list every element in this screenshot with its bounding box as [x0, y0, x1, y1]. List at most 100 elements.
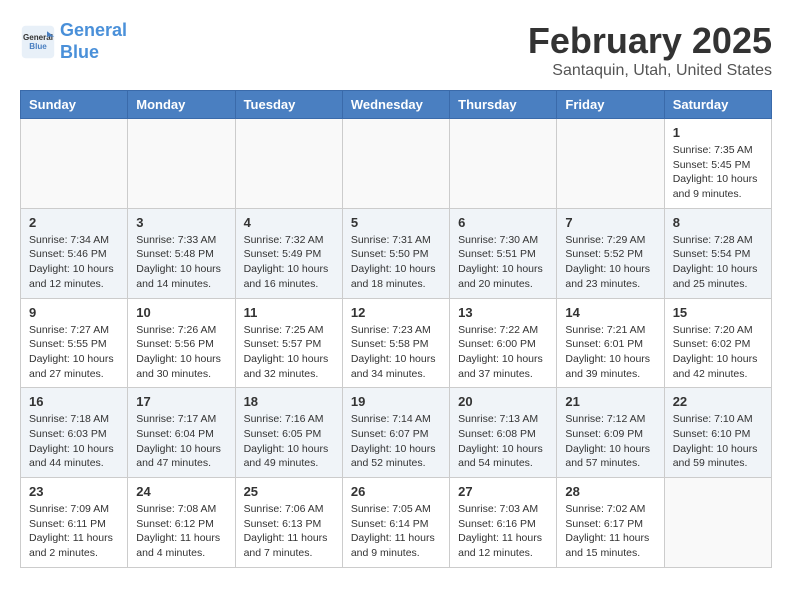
- table-row: 23 Sunrise: 7:09 AM Sunset: 6:11 PM Dayli…: [21, 478, 128, 568]
- table-row: 4 Sunrise: 7:32 AM Sunset: 5:49 PM Daylig…: [235, 208, 342, 298]
- day-number: 14: [565, 305, 655, 320]
- day-info: Sunrise: 7:20 AM Sunset: 6:02 PM Dayligh…: [673, 323, 763, 382]
- day-number: 8: [673, 215, 763, 230]
- day-info: Sunrise: 7:14 AM Sunset: 6:07 PM Dayligh…: [351, 412, 441, 471]
- table-row: 17 Sunrise: 7:17 AM Sunset: 6:04 PM Dayli…: [128, 388, 235, 478]
- day-number: 27: [458, 484, 548, 499]
- table-row: 7 Sunrise: 7:29 AM Sunset: 5:52 PM Daylig…: [557, 208, 664, 298]
- table-row: 12 Sunrise: 7:23 AM Sunset: 5:58 PM Dayli…: [342, 298, 449, 388]
- table-row: 11 Sunrise: 7:25 AM Sunset: 5:57 PM Dayli…: [235, 298, 342, 388]
- day-number: 16: [29, 394, 119, 409]
- day-number: 10: [136, 305, 226, 320]
- table-row: 22 Sunrise: 7:10 AM Sunset: 6:10 PM Dayli…: [664, 388, 771, 478]
- day-info: Sunrise: 7:25 AM Sunset: 5:57 PM Dayligh…: [244, 323, 334, 382]
- day-number: 11: [244, 305, 334, 320]
- table-row: 5 Sunrise: 7:31 AM Sunset: 5:50 PM Daylig…: [342, 208, 449, 298]
- calendar-week-row: 9 Sunrise: 7:27 AM Sunset: 5:55 PM Daylig…: [21, 298, 772, 388]
- day-number: 7: [565, 215, 655, 230]
- calendar-week-row: 23 Sunrise: 7:09 AM Sunset: 6:11 PM Dayli…: [21, 478, 772, 568]
- day-info: Sunrise: 7:23 AM Sunset: 5:58 PM Dayligh…: [351, 323, 441, 382]
- table-row: 1 Sunrise: 7:35 AM Sunset: 5:45 PM Daylig…: [664, 119, 771, 209]
- day-info: Sunrise: 7:17 AM Sunset: 6:04 PM Dayligh…: [136, 412, 226, 471]
- table-row: 14 Sunrise: 7:21 AM Sunset: 6:01 PM Dayli…: [557, 298, 664, 388]
- table-row: 26 Sunrise: 7:05 AM Sunset: 6:14 PM Dayli…: [342, 478, 449, 568]
- day-info: Sunrise: 7:30 AM Sunset: 5:51 PM Dayligh…: [458, 233, 548, 292]
- table-row: 2 Sunrise: 7:34 AM Sunset: 5:46 PM Daylig…: [21, 208, 128, 298]
- day-number: 9: [29, 305, 119, 320]
- day-info: Sunrise: 7:05 AM Sunset: 6:14 PM Dayligh…: [351, 502, 441, 561]
- table-row: 18 Sunrise: 7:16 AM Sunset: 6:05 PM Dayli…: [235, 388, 342, 478]
- day-number: 22: [673, 394, 763, 409]
- title-area: February 2025 Santaquin, Utah, United St…: [528, 20, 772, 80]
- weekday-header-tuesday: Tuesday: [235, 91, 342, 119]
- day-info: Sunrise: 7:03 AM Sunset: 6:16 PM Dayligh…: [458, 502, 548, 561]
- logo-icon: General Blue: [20, 24, 56, 60]
- day-info: Sunrise: 7:10 AM Sunset: 6:10 PM Dayligh…: [673, 412, 763, 471]
- table-row: 28 Sunrise: 7:02 AM Sunset: 6:17 PM Dayli…: [557, 478, 664, 568]
- day-info: Sunrise: 7:06 AM Sunset: 6:13 PM Dayligh…: [244, 502, 334, 561]
- weekday-header-saturday: Saturday: [664, 91, 771, 119]
- day-number: 23: [29, 484, 119, 499]
- day-info: Sunrise: 7:32 AM Sunset: 5:49 PM Dayligh…: [244, 233, 334, 292]
- table-row: 9 Sunrise: 7:27 AM Sunset: 5:55 PM Daylig…: [21, 298, 128, 388]
- weekday-header-friday: Friday: [557, 91, 664, 119]
- day-info: Sunrise: 7:35 AM Sunset: 5:45 PM Dayligh…: [673, 143, 763, 202]
- day-info: Sunrise: 7:21 AM Sunset: 6:01 PM Dayligh…: [565, 323, 655, 382]
- table-row: 24 Sunrise: 7:08 AM Sunset: 6:12 PM Dayli…: [128, 478, 235, 568]
- table-row: [557, 119, 664, 209]
- month-title: February 2025: [528, 20, 772, 62]
- day-number: 25: [244, 484, 334, 499]
- day-info: Sunrise: 7:22 AM Sunset: 6:00 PM Dayligh…: [458, 323, 548, 382]
- table-row: 27 Sunrise: 7:03 AM Sunset: 6:16 PM Dayli…: [450, 478, 557, 568]
- logo-text: General Blue: [60, 20, 127, 63]
- day-info: Sunrise: 7:34 AM Sunset: 5:46 PM Dayligh…: [29, 233, 119, 292]
- header: General Blue General Blue February 2025 …: [20, 20, 772, 80]
- table-row: 19 Sunrise: 7:14 AM Sunset: 6:07 PM Dayli…: [342, 388, 449, 478]
- table-row: [664, 478, 771, 568]
- day-number: 1: [673, 125, 763, 140]
- day-number: 4: [244, 215, 334, 230]
- location-title: Santaquin, Utah, United States: [528, 62, 772, 80]
- day-number: 13: [458, 305, 548, 320]
- weekday-header-row: SundayMondayTuesdayWednesdayThursdayFrid…: [21, 91, 772, 119]
- day-number: 12: [351, 305, 441, 320]
- table-row: [450, 119, 557, 209]
- table-row: [235, 119, 342, 209]
- table-row: [342, 119, 449, 209]
- day-number: 17: [136, 394, 226, 409]
- day-info: Sunrise: 7:16 AM Sunset: 6:05 PM Dayligh…: [244, 412, 334, 471]
- table-row: 16 Sunrise: 7:18 AM Sunset: 6:03 PM Dayli…: [21, 388, 128, 478]
- day-info: Sunrise: 7:09 AM Sunset: 6:11 PM Dayligh…: [29, 502, 119, 561]
- table-row: [128, 119, 235, 209]
- calendar: SundayMondayTuesdayWednesdayThursdayFrid…: [20, 90, 772, 568]
- weekday-header-thursday: Thursday: [450, 91, 557, 119]
- table-row: 21 Sunrise: 7:12 AM Sunset: 6:09 PM Dayli…: [557, 388, 664, 478]
- day-number: 21: [565, 394, 655, 409]
- weekday-header-sunday: Sunday: [21, 91, 128, 119]
- day-number: 19: [351, 394, 441, 409]
- day-info: Sunrise: 7:18 AM Sunset: 6:03 PM Dayligh…: [29, 412, 119, 471]
- day-number: 24: [136, 484, 226, 499]
- table-row: [21, 119, 128, 209]
- weekday-header-monday: Monday: [128, 91, 235, 119]
- table-row: 13 Sunrise: 7:22 AM Sunset: 6:00 PM Dayli…: [450, 298, 557, 388]
- day-info: Sunrise: 7:27 AM Sunset: 5:55 PM Dayligh…: [29, 323, 119, 382]
- day-info: Sunrise: 7:02 AM Sunset: 6:17 PM Dayligh…: [565, 502, 655, 561]
- day-number: 2: [29, 215, 119, 230]
- day-number: 15: [673, 305, 763, 320]
- day-number: 5: [351, 215, 441, 230]
- table-row: 6 Sunrise: 7:30 AM Sunset: 5:51 PM Daylig…: [450, 208, 557, 298]
- day-number: 6: [458, 215, 548, 230]
- day-info: Sunrise: 7:28 AM Sunset: 5:54 PM Dayligh…: [673, 233, 763, 292]
- day-info: Sunrise: 7:31 AM Sunset: 5:50 PM Dayligh…: [351, 233, 441, 292]
- day-info: Sunrise: 7:29 AM Sunset: 5:52 PM Dayligh…: [565, 233, 655, 292]
- day-number: 28: [565, 484, 655, 499]
- day-info: Sunrise: 7:08 AM Sunset: 6:12 PM Dayligh…: [136, 502, 226, 561]
- table-row: 20Sunrise: 7:13 AM Sunset: 6:08 PM Dayli…: [450, 388, 557, 478]
- calendar-week-row: 1 Sunrise: 7:35 AM Sunset: 5:45 PM Daylig…: [21, 119, 772, 209]
- day-info: Sunrise: 7:26 AM Sunset: 5:56 PM Dayligh…: [136, 323, 226, 382]
- weekday-header-wednesday: Wednesday: [342, 91, 449, 119]
- day-number: 26: [351, 484, 441, 499]
- day-info: Sunrise: 7:12 AM Sunset: 6:09 PM Dayligh…: [565, 412, 655, 471]
- day-number: 18: [244, 394, 334, 409]
